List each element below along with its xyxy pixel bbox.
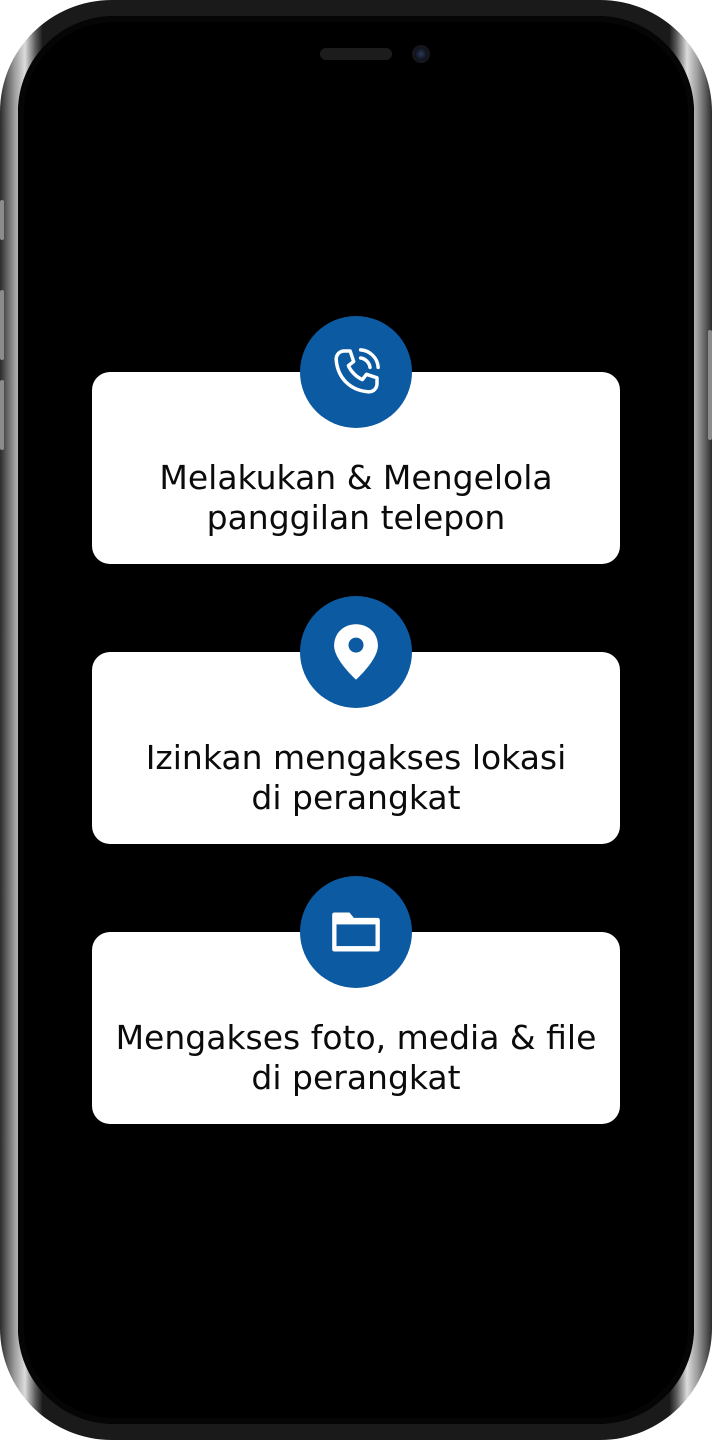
permission-line-2: di perangkat xyxy=(251,1058,461,1097)
location-pin-icon xyxy=(334,624,378,680)
folder-icon-badge xyxy=(300,876,412,988)
front-camera xyxy=(412,45,430,63)
permission-line-2: panggilan telepon xyxy=(206,498,506,537)
phone-call-icon xyxy=(334,348,380,394)
phone-frame: Melakukan & Mengelola panggilan telepon … xyxy=(0,0,712,1440)
mute-switch xyxy=(0,200,4,240)
permission-line-1: Izinkan mengakses lokasi xyxy=(145,738,567,777)
permission-line-1: Mengakses foto, media & file xyxy=(115,1018,597,1057)
phone-screen: Melakukan & Mengelola panggilan telepon … xyxy=(18,16,694,1424)
folder-icon xyxy=(332,912,380,952)
power-button xyxy=(708,330,712,440)
phone-call-icon-badge xyxy=(300,316,412,428)
volume-up-button xyxy=(0,290,4,360)
permission-line-2: di perangkat xyxy=(251,778,461,817)
permission-description: Izinkan mengakses lokasi di perangkat xyxy=(92,738,620,818)
volume-down-button xyxy=(0,380,4,450)
permission-description: Mengakses foto, media & file di perangka… xyxy=(92,1018,620,1098)
permission-description: Melakukan & Mengelola panggilan telepon xyxy=(92,458,620,538)
location-pin-icon-badge xyxy=(300,596,412,708)
earpiece-speaker xyxy=(320,48,392,60)
permission-line-1: Melakukan & Mengelola xyxy=(159,458,553,497)
